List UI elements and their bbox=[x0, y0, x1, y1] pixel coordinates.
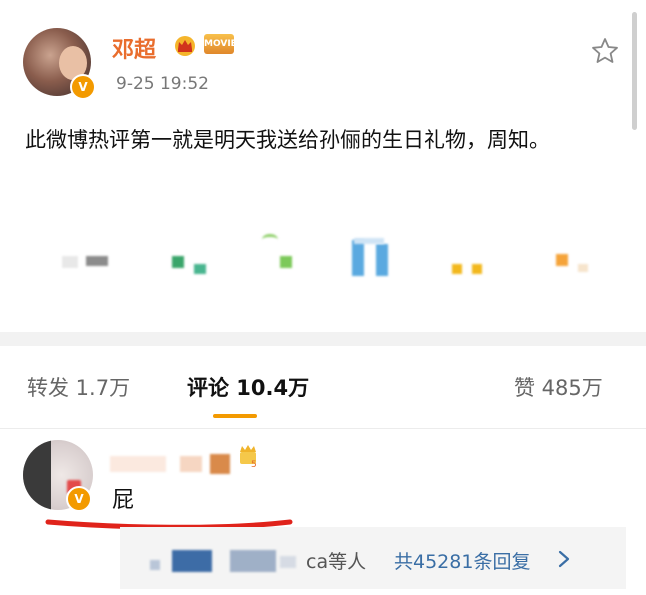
active-tab-indicator bbox=[213, 414, 257, 418]
star-icon[interactable] bbox=[590, 36, 620, 66]
post-text: 此微博热评第一就是明天我送给孙俪的生日礼物，周知。 bbox=[25, 128, 550, 152]
post-timestamp: 9-25 19:52 bbox=[116, 74, 209, 94]
tabs-divider bbox=[0, 428, 646, 429]
verified-badge-icon: V bbox=[66, 486, 92, 512]
level-badge-icon: 5 bbox=[240, 445, 257, 470]
replies-count[interactable]: 共45281条回复 bbox=[394, 547, 530, 574]
movie-badge-icon: MOVIE bbox=[204, 34, 237, 54]
chevron-right-icon[interactable] bbox=[556, 548, 572, 570]
commenter-name-blurred bbox=[110, 450, 230, 476]
crown-icon bbox=[175, 36, 195, 56]
scrollbar[interactable] bbox=[632, 12, 637, 130]
replier-names-blurred bbox=[150, 546, 300, 576]
author-name[interactable]: 邓超 bbox=[112, 32, 156, 64]
replies-label: ca等人 bbox=[306, 551, 367, 573]
svg-text:5: 5 bbox=[251, 460, 257, 470]
section-divider bbox=[0, 332, 646, 346]
blurred-emoji-row bbox=[0, 230, 646, 280]
verified-badge-icon: V bbox=[70, 74, 96, 100]
tab-comments[interactable]: 评论 10.4万 bbox=[187, 372, 309, 402]
tab-repost[interactable]: 转发 1.7万 bbox=[27, 372, 130, 402]
tab-likes[interactable]: 赞 485万 bbox=[514, 372, 603, 402]
